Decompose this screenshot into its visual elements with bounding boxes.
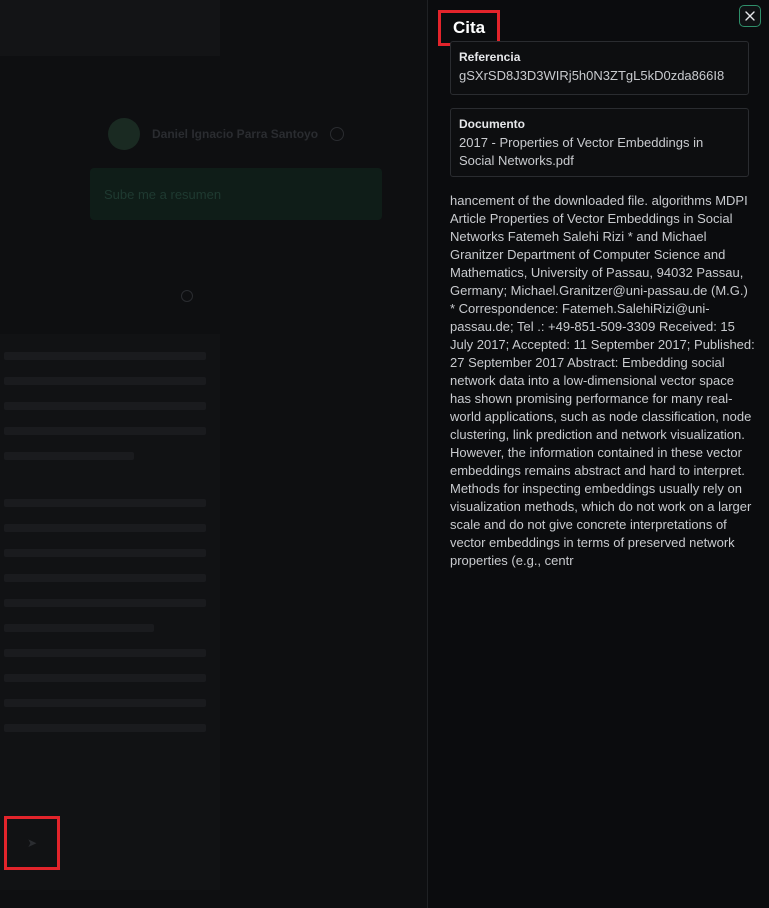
citation-text: hancement of the downloaded file. algori…: [450, 193, 755, 568]
reference-card: Referencia gSXrSD8J3D3WIRj5h0N3ZTgL5kD0z…: [450, 41, 749, 95]
arrow-icon: ➤: [26, 836, 38, 850]
background-topbar: [0, 0, 220, 56]
info-icon: [181, 290, 193, 302]
blurred-text-line: [4, 624, 154, 632]
blurred-text-line: [4, 452, 134, 460]
blurred-text-line: [4, 402, 206, 410]
background-summary-label: Sube me a resumen: [104, 186, 222, 202]
background-app: Daniel Ignacio Parra Santoyo Sube me a r…: [0, 0, 427, 908]
blurred-text-line: [4, 524, 206, 532]
panel-title: Cita: [453, 18, 486, 37]
blurred-text-line: [4, 352, 206, 360]
blurred-text-line: [4, 674, 206, 682]
close-icon: [745, 11, 755, 21]
background-user-header: Daniel Ignacio Parra Santoyo: [108, 118, 345, 150]
blurred-text-line: [4, 574, 206, 582]
blurred-text-line: [4, 699, 206, 707]
citation-panel: Cita Referencia gSXrSD8J3D3WIRj5h0N3ZTgL…: [427, 0, 769, 908]
blurred-text-line: [4, 599, 206, 607]
blurred-text-line: [4, 499, 206, 507]
blurred-text-line: [4, 427, 206, 435]
reference-value: gSXrSD8J3D3WIRj5h0N3ZTgL5kD0zda866I8: [459, 68, 725, 83]
document-card: Documento 2017 - Properties of Vector Em…: [450, 108, 749, 177]
blurred-text-line: [4, 377, 206, 385]
background-chat-area: [0, 334, 220, 890]
background-summary-button: Sube me a resumen: [90, 168, 382, 220]
blurred-text-line: [4, 549, 206, 557]
document-value: 2017 - Properties of Vector Embeddings i…: [459, 135, 704, 168]
reference-label: Referencia: [459, 50, 521, 64]
send-button[interactable]: ➤: [4, 816, 60, 870]
background-user-name: Daniel Ignacio Parra Santoyo: [152, 127, 319, 141]
help-icon: [330, 127, 345, 141]
close-button[interactable]: [739, 5, 761, 27]
blurred-text-line: [4, 724, 206, 732]
document-label: Documento: [459, 117, 525, 131]
avatar: [108, 118, 140, 150]
blurred-text-line: [4, 649, 206, 657]
